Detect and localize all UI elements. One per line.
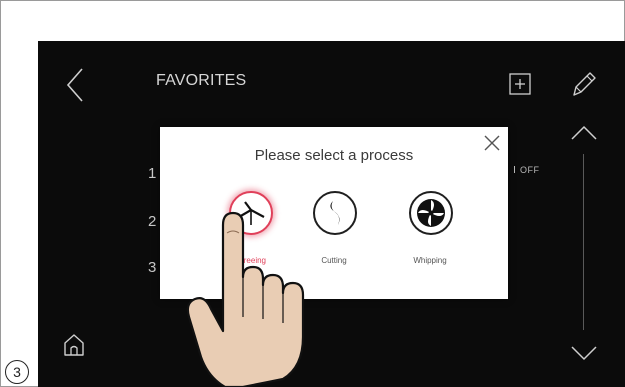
scrollbar-track[interactable] (583, 154, 584, 330)
edit-button[interactable] (568, 67, 600, 101)
process-button-whipping[interactable] (409, 191, 453, 235)
process-option-whipping[interactable]: Whipping (390, 191, 470, 275)
process-button-cutting[interactable] (313, 191, 357, 235)
favorite-row-number[interactable]: 1 (148, 165, 156, 182)
favorite-row-number[interactable]: 3 (148, 259, 156, 276)
process-label: Pureeing (233, 256, 267, 265)
step-number-badge: 3 (5, 360, 29, 384)
chevron-left-icon (66, 68, 83, 102)
cutting-blade-icon (330, 201, 340, 225)
chevron-down-icon (571, 346, 597, 361)
chevron-up-icon (571, 125, 597, 140)
add-favorite-button[interactable] (506, 70, 534, 98)
page-title: FAVORITES (156, 72, 247, 89)
plus-box-icon (509, 73, 531, 95)
home-button[interactable] (58, 329, 90, 361)
scroll-down-button[interactable] (568, 341, 600, 365)
close-button[interactable] (481, 132, 503, 154)
back-button[interactable] (62, 65, 92, 105)
scroll-up-button[interactable] (568, 121, 600, 145)
pencil-icon (573, 72, 596, 96)
process-label: Cutting (321, 256, 347, 265)
process-button-pureeing[interactable] (229, 191, 273, 235)
toggle-status-label: OFF (514, 165, 540, 175)
pureeing-blade-icon (238, 201, 265, 225)
favorite-row-number[interactable]: 2 (148, 213, 156, 230)
process-select-dialog: Please select a process Pureeing Cutting… (160, 127, 508, 299)
home-icon (64, 334, 84, 356)
close-icon (484, 135, 500, 151)
device-screen: FAVORITES 1 2 3 OFF Please select a proc… (38, 41, 625, 387)
process-label: Whipping (413, 256, 447, 265)
dialog-title: Please select a process (254, 147, 414, 164)
process-option-cutting[interactable]: Cutting (294, 191, 374, 275)
process-option-pureeing[interactable]: Pureeing (210, 191, 290, 275)
whipping-disc-icon (417, 199, 445, 227)
